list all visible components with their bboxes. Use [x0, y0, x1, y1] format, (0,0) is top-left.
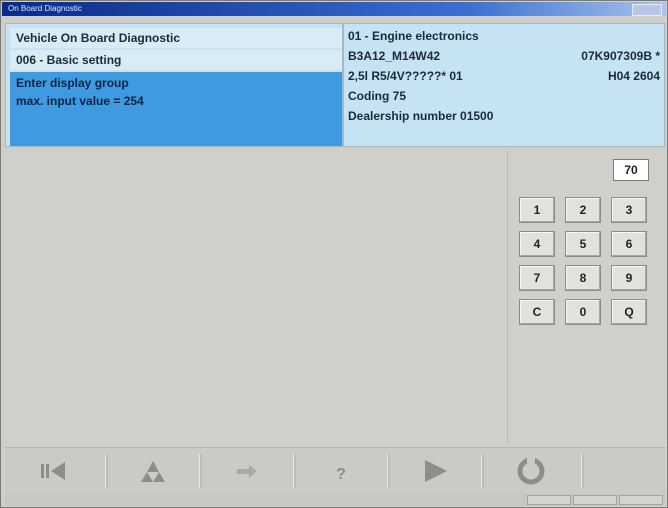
app-title: Vehicle On Board Diagnostic: [10, 28, 342, 48]
key-8[interactable]: 8: [565, 265, 601, 291]
toolbar-separator: [293, 454, 296, 488]
prompt-panel: Enter display group max. input value = 2…: [10, 72, 342, 146]
status-bar: [5, 494, 665, 506]
status-segment: [527, 495, 571, 505]
keypad-divider: [507, 151, 508, 443]
key-0[interactable]: 0: [565, 299, 601, 325]
input-limit-text: max. input value = 254: [16, 94, 144, 108]
function-label: 006 - Basic setting: [10, 50, 342, 70]
jump-button[interactable]: [203, 454, 291, 488]
toolbar-separator: [199, 454, 202, 488]
toolbar-separator: [581, 454, 584, 488]
key-5[interactable]: 5: [565, 231, 601, 257]
display-group-input[interactable]: 70: [613, 159, 649, 181]
software-id: B3A12_M14W42: [348, 49, 441, 63]
module-name: 01 - Engine electronics: [348, 29, 479, 43]
toolbar-separator: [481, 454, 484, 488]
key-9[interactable]: 9: [611, 265, 647, 291]
back-icon: [41, 462, 65, 480]
forward-button[interactable]: [391, 454, 479, 488]
back-button[interactable]: [15, 454, 103, 488]
key-2[interactable]: 2: [565, 197, 601, 223]
key-4[interactable]: 4: [519, 231, 555, 257]
key-6[interactable]: 6: [611, 231, 647, 257]
key-7[interactable]: 7: [519, 265, 555, 291]
application-window: On Board Diagnostic Vehicle On Board Dia…: [0, 0, 668, 508]
header-divider: [342, 24, 344, 146]
status-segment: [573, 495, 617, 505]
forward-icon: [425, 460, 447, 482]
engine-description: 2,5l R5/4V?????* 01: [348, 69, 463, 83]
part-number: 07K907309B *: [581, 49, 660, 63]
function-panel: Vehicle On Board Diagnostic 006 - Basic …: [10, 26, 342, 146]
jump-icon: [237, 465, 257, 478]
key-q[interactable]: Q: [611, 299, 647, 325]
refresh-icon: [517, 457, 545, 485]
dealership-number: Dealership number 01500: [348, 109, 494, 123]
header-panel: Vehicle On Board Diagnostic 006 - Basic …: [5, 23, 665, 147]
key-1[interactable]: 1: [519, 197, 555, 223]
print-button[interactable]: [109, 454, 197, 488]
toolbar-separator: [387, 454, 390, 488]
window-controls[interactable]: [632, 4, 662, 16]
control-module-info: 01 - Engine electronics B3A12_M14W42 07K…: [348, 26, 660, 142]
software-version: H04 2604: [607, 69, 660, 83]
bottom-toolbar: ?: [5, 447, 665, 494]
prompt-text: Enter display group: [16, 76, 129, 90]
svg-text:?: ?: [336, 466, 346, 483]
key-3[interactable]: 3: [611, 197, 647, 223]
toolbar-separator: [105, 454, 108, 488]
status-segment: [619, 495, 663, 505]
help-icon: ?: [336, 466, 346, 483]
work-area: [5, 151, 665, 441]
print-icon: [141, 461, 165, 482]
title-bar[interactable]: On Board Diagnostic: [2, 2, 666, 16]
window-title: On Board Diagnostic: [8, 4, 82, 13]
refresh-button[interactable]: [487, 454, 575, 488]
coding-label: Coding 75: [348, 89, 407, 103]
help-button[interactable]: ?: [297, 454, 385, 488]
key-clear[interactable]: C: [519, 299, 555, 325]
